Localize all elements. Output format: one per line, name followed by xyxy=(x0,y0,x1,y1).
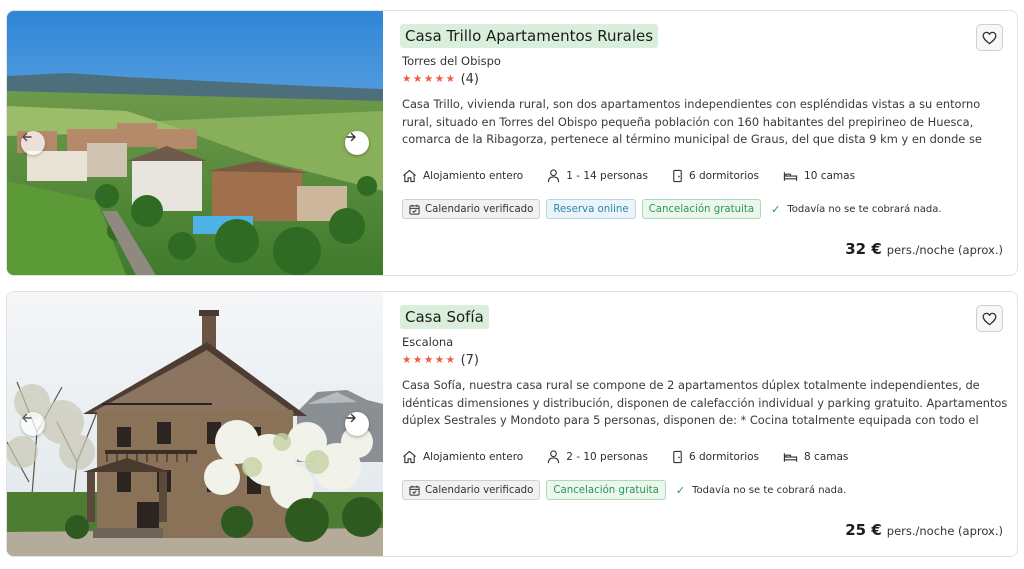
fact-accommodation-type: Alojamiento entero xyxy=(402,169,523,183)
tag-verified-calendar: Calendario verificado xyxy=(402,199,541,219)
rating-stars: ★★★★★ xyxy=(402,354,457,366)
listing-card[interactable]: Casa Sofía Escalona ★★★★★ (7) Casa Sofía… xyxy=(6,291,1018,557)
fact-label: 8 camas xyxy=(804,451,849,463)
door-icon xyxy=(673,169,682,183)
fact-bedrooms: 6 dormitorios xyxy=(672,450,759,464)
fact-label: 2 - 10 personas xyxy=(566,451,648,463)
fact-label: 6 dormitorios xyxy=(688,451,760,463)
listing-tags: Calendario verificado Cancelación gratui… xyxy=(402,480,1003,500)
listing-title[interactable]: Casa Trillo Apartamentos Rurales xyxy=(400,24,659,48)
no-charge-text: Todavía no se te cobrará nada. xyxy=(787,203,942,215)
fact-label: Alojamiento entero xyxy=(423,170,524,182)
home-icon xyxy=(403,450,416,464)
village-landscape-image xyxy=(7,11,383,275)
listing-facts: Alojamiento entero 2 - 10 personas 6 dor… xyxy=(402,447,1003,467)
tag-label: Calendario verificado xyxy=(425,484,534,496)
listing-location: Escalona xyxy=(402,335,454,349)
listing-rating: ★★★★★ (7) xyxy=(402,352,1003,368)
listing-rating: ★★★★★ (4) xyxy=(402,71,1003,87)
fact-people: 2 - 10 personas xyxy=(547,450,648,464)
listing-tags: Calendario verificado Reserva online Can… xyxy=(402,199,1003,219)
stone-house-image xyxy=(7,292,383,556)
heart-icon xyxy=(982,312,997,325)
tag-free-cancellation: Cancelación gratuita xyxy=(546,480,666,500)
fact-label: 10 camas xyxy=(804,170,856,182)
next-photo-button[interactable] xyxy=(345,131,369,155)
listing-info: Casa Trillo Apartamentos Rurales Torres … xyxy=(383,11,1017,275)
listing-description: Casa Trillo, vivienda rural, son dos apa… xyxy=(402,97,982,146)
no-charge-note: ✓ Todavía no se te cobrará nada. xyxy=(771,203,941,216)
calendar-icon xyxy=(409,485,420,496)
fact-accommodation-type: Alojamiento entero xyxy=(402,450,523,464)
price-amount: 32 € xyxy=(845,240,882,258)
bed-icon xyxy=(783,453,798,462)
check-icon: ✓ xyxy=(675,483,686,497)
fact-bedrooms: 6 dormitorios xyxy=(672,169,759,183)
home-icon xyxy=(403,169,416,183)
listing-price: 25 € pers./noche (aprox.) xyxy=(845,521,1003,539)
heart-icon xyxy=(982,31,997,44)
no-charge-text: Todavía no se te cobrará nada. xyxy=(692,484,847,496)
listing-title[interactable]: Casa Sofía xyxy=(400,305,489,329)
listing-description: Casa Sofía, nuestra casa rural se compon… xyxy=(402,378,1008,427)
arrow-left-icon xyxy=(22,413,32,423)
next-photo-button[interactable] xyxy=(345,412,369,436)
calendar-icon xyxy=(409,204,420,215)
fact-people: 1 - 14 personas xyxy=(547,169,648,183)
person-icon xyxy=(548,450,560,464)
listing-photo[interactable] xyxy=(7,11,383,275)
person-icon xyxy=(548,169,560,183)
listing-facts: Alojamiento entero 1 - 14 personas 6 dor… xyxy=(402,166,1003,186)
no-charge-note: ✓ Todavía no se te cobrará nada. xyxy=(676,484,846,497)
arrow-right-icon xyxy=(346,132,356,142)
tag-free-cancellation: Cancelación gratuita xyxy=(641,199,762,219)
tag-label: Calendario verificado xyxy=(425,203,534,215)
fact-label: 1 - 14 personas xyxy=(566,170,648,182)
listing-photo[interactable] xyxy=(7,292,383,556)
listing-card[interactable]: Casa Trillo Apartamentos Rurales Torres … xyxy=(6,10,1018,276)
listing-info: Casa Sofía Escalona ★★★★★ (7) Casa Sofía… xyxy=(383,292,1017,556)
fact-beds: 8 camas xyxy=(783,451,848,463)
arrow-right-icon xyxy=(346,413,356,423)
arrow-left-icon xyxy=(22,132,32,142)
bed-icon xyxy=(783,172,798,181)
previous-photo-button[interactable] xyxy=(21,131,45,155)
rating-stars: ★★★★★ xyxy=(402,73,457,85)
tag-verified-calendar: Calendario verificado xyxy=(402,480,541,500)
listing-location: Torres del Obispo xyxy=(402,54,501,68)
price-amount: 25 € xyxy=(845,521,882,539)
review-count: (4) xyxy=(460,71,479,87)
fact-beds: 10 camas xyxy=(783,170,855,182)
check-icon: ✓ xyxy=(771,202,781,216)
price-unit: pers./noche (aprox.) xyxy=(886,243,1003,257)
favorite-button[interactable] xyxy=(976,305,1003,332)
price-unit: pers./noche (aprox.) xyxy=(886,524,1003,538)
favorite-button[interactable] xyxy=(976,24,1003,51)
door-icon xyxy=(673,450,682,464)
tag-online-booking: Reserva online xyxy=(546,199,636,219)
fact-label: 6 dormitorios xyxy=(688,170,760,182)
previous-photo-button[interactable] xyxy=(21,412,45,436)
review-count: (7) xyxy=(460,352,479,368)
fact-label: Alojamiento entero xyxy=(423,451,524,463)
listing-price: 32 € pers./noche (aprox.) xyxy=(845,240,1003,258)
